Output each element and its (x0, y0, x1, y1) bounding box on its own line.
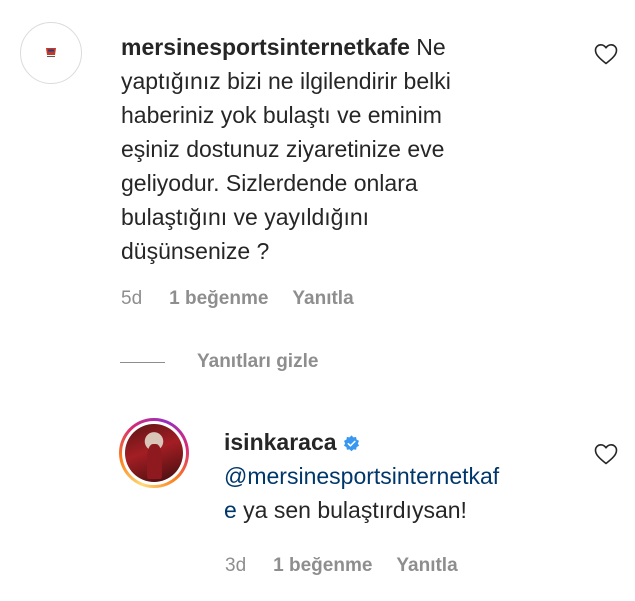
reply-avatar[interactable] (119, 418, 189, 488)
comment-line-7: düşünsenize ? (121, 238, 270, 264)
comment-time[interactable]: 5d (121, 288, 142, 310)
reply-message: ya sen bulaştırdıysan! (236, 497, 467, 523)
reply-text: isinkaraca @mersinesportsinternetkaf e y… (224, 425, 564, 527)
commenter-username[interactable]: mersinesportsinternetkafe (121, 34, 410, 60)
comment-line-2: yaptığınız bizi ne ilgilendirir belki (121, 68, 451, 94)
comment-line-6: bulaştığını ve yayıldığını (121, 204, 370, 230)
reply-likes[interactable]: 1 beğenme (273, 555, 372, 577)
hide-replies-button[interactable]: Yanıtları gizle (120, 351, 318, 373)
comment-line-1-text: Ne (409, 34, 446, 60)
reply-time[interactable]: 3d (225, 555, 246, 577)
comment-line-1: mersinesportsinternetkafe Ne (121, 30, 521, 64)
reply-mention[interactable]: @mersinesportsinternetkaf (224, 463, 499, 489)
reply-mention-end[interactable]: e (224, 497, 237, 523)
comment-line-4: eşiniz dostunuz ziyaretinize eve (121, 136, 445, 162)
heart-outline-icon[interactable] (594, 443, 618, 465)
commenter-avatar[interactable] (20, 22, 82, 84)
comment-likes[interactable]: 1 beğenme (169, 288, 268, 310)
heart-outline-icon[interactable] (594, 43, 618, 65)
reply-line-1: isinkaraca (224, 425, 564, 459)
reply-line-2: @mersinesportsinternetkaf (224, 459, 564, 493)
cafe-logo-icon (46, 48, 56, 58)
comment-text: mersinesportsinternetkafe Ne yaptığınız … (121, 30, 521, 268)
hide-replies-divider (120, 361, 165, 363)
comment-reply-button[interactable]: Yanıtla (292, 288, 353, 310)
comment-meta: 5d 1 beğenme Yanıtla (121, 288, 354, 310)
reply-avatar-ring (122, 421, 186, 485)
verified-badge-icon (343, 435, 359, 452)
reply-reply-button[interactable]: Yanıtla (396, 555, 457, 577)
reply-username[interactable]: isinkaraca (224, 429, 337, 455)
reply-line-3: e ya sen bulaştırdıysan! (224, 493, 564, 527)
comment-line-3: haberiniz yok bulaştı ve eminim (121, 102, 442, 128)
reply-avatar-photo (125, 424, 183, 482)
comment-line-5: geliyodur. Sizlerdende onlara (121, 170, 418, 196)
hide-replies-label: Yanıtları gizle (197, 351, 319, 372)
reply-meta: 3d 1 beğenme Yanıtla (225, 555, 458, 577)
